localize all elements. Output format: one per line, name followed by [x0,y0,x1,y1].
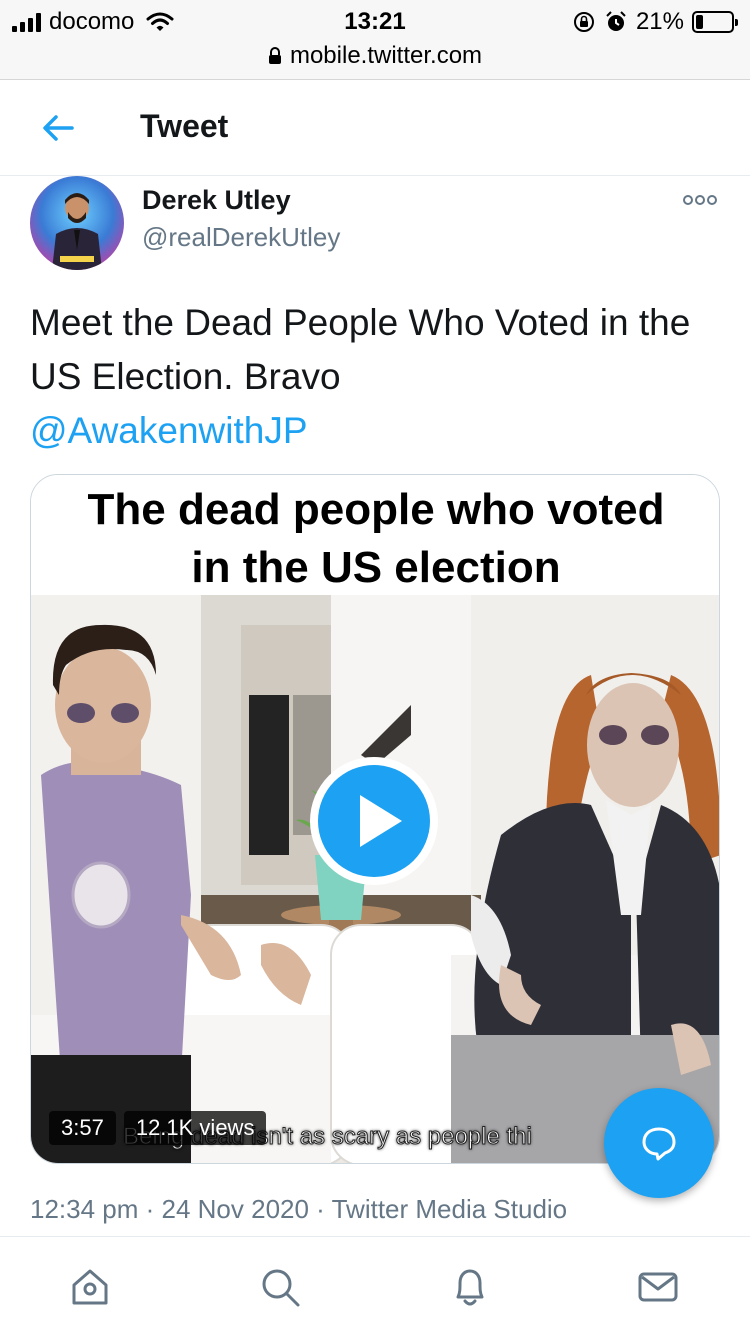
avatar[interactable] [30,176,124,270]
battery-icon [692,11,738,33]
home-icon[interactable] [68,1265,112,1309]
alarm-icon [606,11,626,31]
video-duration: 3:57 [49,1111,116,1145]
messages-icon[interactable] [636,1265,680,1309]
tweet-text: Meet the Dead People Who Voted in the US… [30,296,720,458]
page-title: Tweet [140,108,229,144]
video-card[interactable]: The dead people who voted in the US elec… [30,474,720,1164]
bottom-navigation [0,1236,750,1334]
status-bar: docomo 13:21 mobile.twitter.com 21% [0,0,750,80]
lock-icon [268,47,281,64]
more-options-icon[interactable] [682,190,718,210]
video-views: 12.1K views [123,1111,267,1145]
battery-percent: 21% [635,8,684,35]
caption-line-1: The dead people who voted [87,485,665,534]
status-icons: 21% [572,8,738,36]
tweet-timestamp: 12:34 pm · 24 Nov 2020 · Twitter Media S… [30,1194,568,1224]
back-arrow-icon[interactable] [38,108,78,148]
reply-fab-button[interactable] [604,1088,714,1198]
mention-link[interactable]: @AwakenwithJP [30,404,720,458]
url-bar[interactable]: mobile.twitter.com [0,42,750,70]
play-button-icon[interactable] [306,753,442,889]
video-caption: The dead people who voted in the US elec… [31,475,719,595]
author-handle[interactable]: @realDerekUtley [142,222,340,253]
url-text: mobile.twitter.com [289,42,483,69]
search-icon[interactable] [258,1265,302,1309]
caption-line-2: in the US election [191,543,561,592]
chat-bubble-icon [642,1127,676,1161]
author-name[interactable]: Derek Utley [142,185,291,216]
page-header: Tweet [0,80,750,176]
orientation-lock-icon [573,12,594,32]
tweet-body: Meet the Dead People Who Voted in the US… [30,302,691,397]
notifications-icon[interactable] [448,1265,492,1309]
video-meta: 3:57 12.1K views [49,1111,267,1145]
